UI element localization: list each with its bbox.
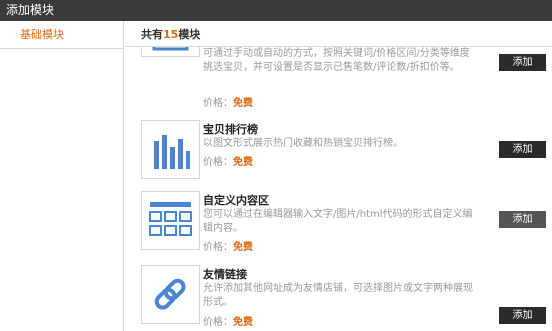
add-module-button[interactable]: 添加 [499,141,546,158]
module-description: 允许添加其他网址成为友情店铺，可选择图片或文字两种展现形式。 [203,283,473,308]
module-item-ranking: 宝贝排行榜 以图文形式展示热门收藏和热销宝贝排行榜。 价格：免费 添加 [125,120,552,190]
add-module-button[interactable]: 添加 [499,307,546,324]
module-title: 宝贝排行榜 [203,123,258,136]
module-title: 友情链接 [203,268,247,281]
add-module-button[interactable]: 添加 [499,54,546,71]
add-module-button[interactable]: 添加 [499,211,546,228]
module-count-number: 15 [163,28,179,41]
module-price: 价格：免费 [203,313,253,328]
module-item-custom-content: 自定义内容区 您可以通过在编辑器输入文字/图片/html代码的形式自定义编辑内容… [125,191,552,261]
module-count-suffix: 模块 [178,28,201,41]
price-label: 价格： [203,317,233,328]
price-value: 免费 [233,98,253,109]
module-description: 您可以通过在编辑器输入文字/图片/html代码的形式自定义编辑内容。 [203,209,473,234]
price-label: 价格： [203,157,233,168]
price-value: 免费 [233,242,253,253]
grid-layout-icon [149,202,192,236]
price-label: 价格： [203,98,233,109]
module-count: 共有15模块 [125,21,552,47]
module-price: 价格：免费 [203,238,253,253]
module-list: 共有15模块 可通过手动或自动的方式，按照关键词/价格区间/分类等维度挑选宝贝，… [125,21,552,331]
module-thumbnail [141,191,200,250]
module-price: 价格：免费 [203,94,253,109]
bar-chart-icon [154,135,190,169]
link-icon [154,278,186,310]
module-count-prefix: 共有 [141,28,163,41]
price-value: 免费 [233,317,253,328]
module-price: 价格：免费 [203,153,253,168]
sidebar: 基础模块 [0,21,124,331]
module-description: 以图文形式展示热门收藏和热销宝贝排行榜。 [203,138,403,149]
module-thumbnail [141,265,200,324]
module-description: 可通过手动或自动的方式，按照关键词/价格区间/分类等维度挑选宝贝，并可设置是否显… [203,48,470,73]
module-thumbnail [141,120,200,179]
price-label: 价格： [203,242,233,253]
sidebar-item-basic-modules[interactable]: 基础模块 [0,27,123,49]
price-value: 免费 [233,157,253,168]
window-title: 添加模块 [0,0,552,21]
module-title: 自定义内容区 [203,194,269,207]
module-item-friend-links: 友情链接 允许添加其他网址成为友情店铺，可选择图片或文字两种展现形式。 价格：免… [125,265,552,331]
